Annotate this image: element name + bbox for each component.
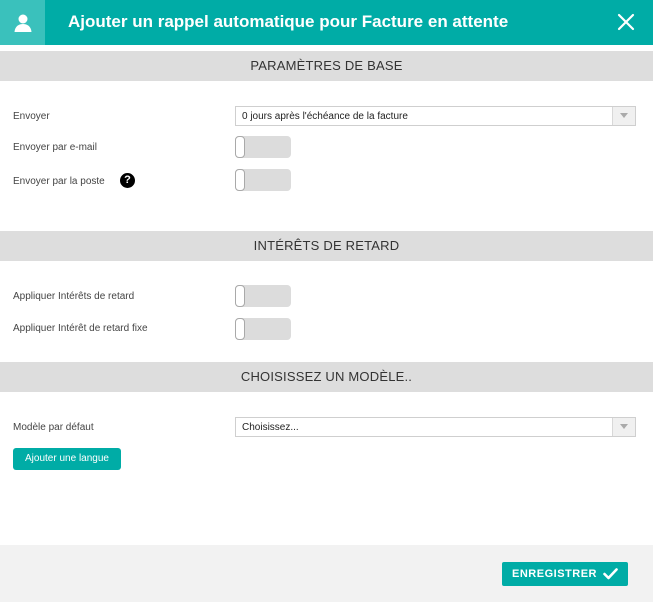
late-interest-label: Appliquer Intérêts de retard xyxy=(13,291,135,302)
post-toggle[interactable] xyxy=(235,169,291,191)
toggle-knob xyxy=(235,169,245,191)
fixed-interest-toggle[interactable] xyxy=(235,318,291,340)
toggle-knob xyxy=(235,136,245,158)
toggle-knob xyxy=(235,285,245,307)
save-button[interactable]: ENREGISTRER xyxy=(502,562,628,586)
email-toggle[interactable] xyxy=(235,136,291,158)
default-template-value: Choisissez... xyxy=(242,422,299,433)
chevron-down-icon xyxy=(612,107,635,125)
chevron-down-icon xyxy=(612,418,635,436)
dialog-header: Ajouter un rappel automatique pour Factu… xyxy=(0,0,653,45)
close-icon xyxy=(617,13,635,31)
section-header-template: CHOISISSEZ UN MODÈLE.. xyxy=(0,362,653,392)
email-label: Envoyer par e-mail xyxy=(13,142,97,153)
late-interest-toggle[interactable] xyxy=(235,285,291,307)
avatar xyxy=(0,0,45,45)
toggle-knob xyxy=(235,318,245,340)
section-header-interest: INTÉRÊTS DE RETARD xyxy=(0,231,653,261)
default-template-select[interactable]: Choisissez... xyxy=(235,417,636,437)
post-label: Envoyer par la poste xyxy=(13,176,105,187)
close-button[interactable] xyxy=(614,10,638,34)
fixed-interest-label: Appliquer Intérêt de retard fixe xyxy=(13,323,148,334)
help-icon[interactable]: ? xyxy=(120,173,135,188)
send-label: Envoyer xyxy=(13,111,50,122)
add-language-button[interactable]: Ajouter une langue xyxy=(13,448,121,470)
save-button-label: ENREGISTRER xyxy=(512,568,597,580)
send-timing-value: 0 jours après l'échéance de la facture xyxy=(242,111,408,122)
user-icon xyxy=(14,14,31,32)
section-header-basic: PARAMÈTRES DE BASE xyxy=(0,51,653,81)
dialog-title: Ajouter un rappel automatique pour Factu… xyxy=(68,12,509,31)
send-timing-select[interactable]: 0 jours après l'échéance de la facture xyxy=(235,106,636,126)
check-icon xyxy=(603,568,618,580)
default-template-label: Modèle par défaut xyxy=(13,422,94,433)
